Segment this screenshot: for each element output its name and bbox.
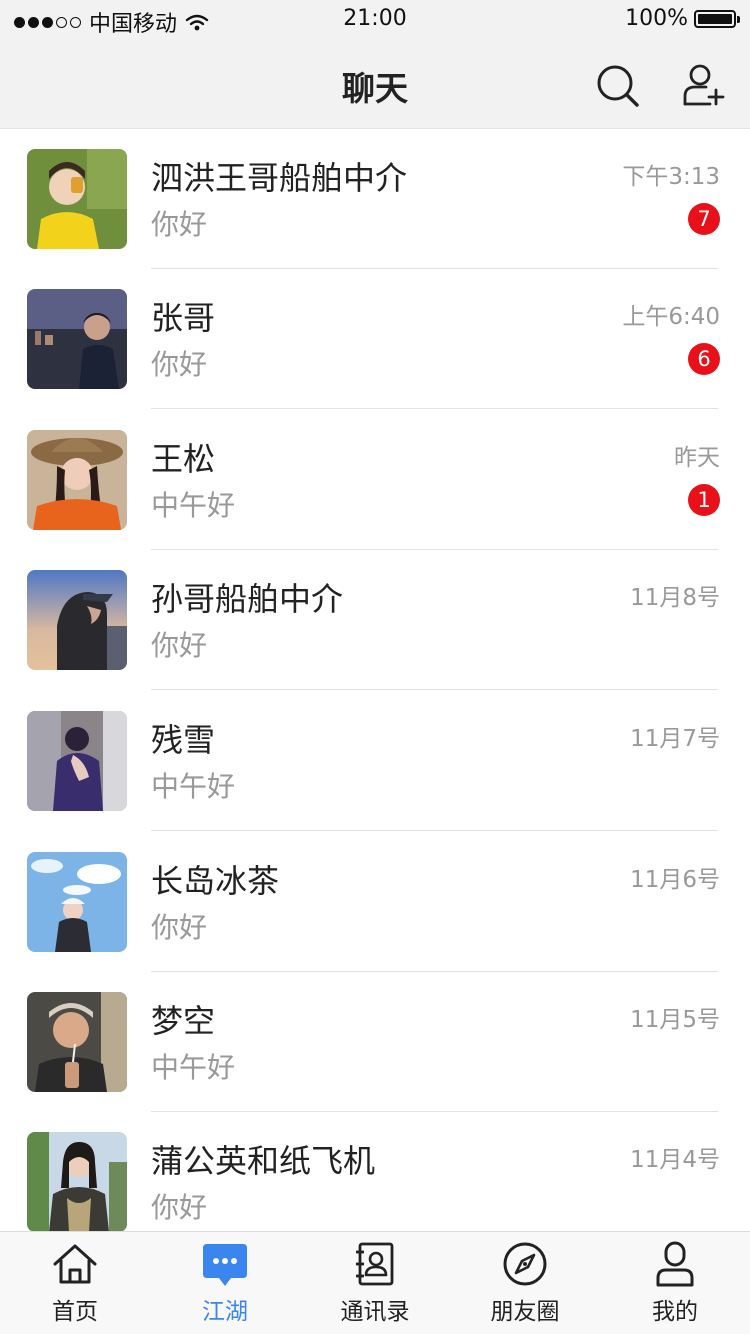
chat-name: 梦空: [151, 1002, 216, 1040]
chat-preview: 你好: [151, 1191, 208, 1224]
chat-name: 张哥: [151, 299, 216, 337]
unread-badge: 1: [688, 484, 720, 516]
chat-preview: 你好: [151, 629, 208, 662]
chat-preview: 中午好: [151, 1051, 236, 1084]
chat-item[interactable]: 梦空 中午好 11月5号: [0, 972, 750, 1112]
home-icon: [53, 1244, 97, 1284]
chat-name: 残雪: [151, 721, 216, 759]
chat-item[interactable]: 王松 中午好 昨天 1: [0, 410, 750, 550]
chat-name: 泗洪王哥船舶中介: [151, 159, 408, 197]
unread-badge: 6: [688, 343, 720, 375]
tab-jianghu[interactable]: 江湖: [150, 1232, 300, 1334]
unread-badge: 7: [688, 203, 720, 235]
add-user-icon[interactable]: [680, 62, 726, 108]
chat-name: 王松: [151, 440, 216, 478]
profile-icon: [656, 1241, 694, 1287]
chat-time: 11月6号: [630, 867, 720, 893]
search-icon[interactable]: [594, 62, 640, 108]
tab-home[interactable]: 首页: [0, 1232, 150, 1334]
tab-bar: 首页 江湖 通讯录 朋友圈 我的: [0, 1231, 750, 1334]
compass-icon: [503, 1242, 547, 1286]
chat-time: 11月4号: [630, 1147, 720, 1173]
tab-label: 朋友圈: [490, 1299, 560, 1325]
avatar: [27, 289, 127, 389]
avatar: [27, 149, 127, 249]
chat-name: 孙哥船舶中介: [151, 580, 344, 618]
chat-preview: 你好: [151, 911, 208, 944]
tab-contacts[interactable]: 通讯录: [300, 1232, 450, 1334]
chat-time: 11月7号: [630, 726, 720, 752]
status-right: 100%: [625, 6, 740, 31]
chat-item[interactable]: 长岛冰茶 你好 11月6号: [0, 832, 750, 972]
avatar: [27, 852, 127, 952]
divider: [151, 830, 718, 831]
chat-item[interactable]: 残雪 中午好 11月7号: [0, 691, 750, 831]
chat-item[interactable]: 泗洪王哥船舶中介 你好 下午3:13 7: [0, 129, 750, 269]
avatar: [27, 1132, 127, 1232]
tab-moments[interactable]: 朋友圈: [450, 1232, 600, 1334]
divider: [151, 408, 718, 409]
tab-profile[interactable]: 我的: [600, 1232, 750, 1334]
chat-list[interactable]: 泗洪王哥船舶中介 你好 下午3:13 7 张哥 你好 上午6:40 6 王松 中…: [0, 129, 750, 1232]
tab-label: 我的: [652, 1299, 698, 1325]
battery-icon: [694, 9, 740, 28]
chat-preview: 你好: [151, 208, 208, 241]
chat-item[interactable]: 张哥 你好 上午6:40 6: [0, 269, 750, 409]
avatar: [27, 570, 127, 670]
chat-time: 昨天: [674, 445, 720, 471]
chat-time: 下午3:13: [622, 164, 720, 190]
chat-preview: 你好: [151, 348, 208, 381]
chat-time: 11月8号: [630, 585, 720, 611]
battery-percent: 100%: [625, 6, 688, 31]
contacts-icon: [356, 1242, 394, 1286]
chat-time: 上午6:40: [622, 304, 720, 330]
chat-name: 长岛冰茶: [151, 862, 280, 900]
avatar: [27, 992, 127, 1092]
tab-label: 通讯录: [340, 1299, 410, 1325]
chat-preview: 中午好: [151, 770, 236, 803]
chat-name: 蒲公英和纸飞机: [151, 1142, 376, 1180]
tab-label: 江湖: [202, 1299, 248, 1325]
chat-bubble-icon: [203, 1244, 247, 1286]
status-bar: 中国移动 21:00 100%: [0, 0, 750, 40]
avatar: [27, 430, 127, 530]
chat-item[interactable]: 蒲公英和纸飞机 你好 11月4号: [0, 1112, 750, 1232]
nav-bar: 聊天: [0, 40, 750, 129]
avatar: [27, 711, 127, 811]
chat-preview: 中午好: [151, 489, 236, 522]
tab-label: 首页: [52, 1299, 98, 1325]
divider: [151, 689, 718, 690]
chat-time: 11月5号: [630, 1007, 720, 1033]
chat-item[interactable]: 孙哥船舶中介 你好 11月8号: [0, 550, 750, 690]
